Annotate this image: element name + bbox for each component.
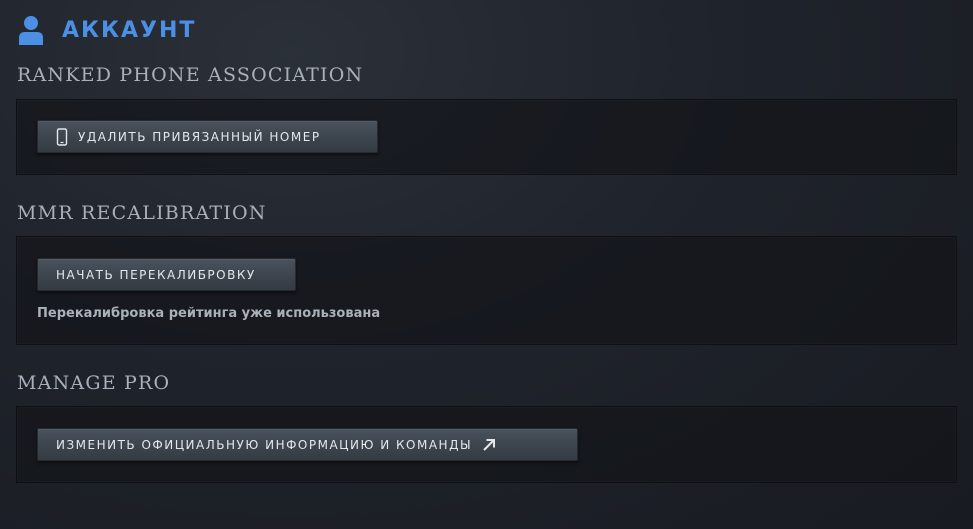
remove-linked-number-button[interactable]: УДАЛИТЬ ПРИВЯЗАННЫЙ НОМЕР xyxy=(37,120,378,153)
panel-ranked-phone: УДАЛИТЬ ПРИВЯЗАННЫЙ НОМЕР xyxy=(16,99,957,175)
edit-pro-info-button[interactable]: ИЗМЕНИТЬ ОФИЦИАЛЬНУЮ ИНФОРМАЦИЮ И КОМАНД… xyxy=(37,428,578,461)
section-title-ranked-phone: RANKED PHONE ASSOCIATION xyxy=(17,64,364,86)
remove-linked-number-label: УДАЛИТЬ ПРИВЯЗАННЫЙ НОМЕР xyxy=(78,129,321,144)
start-recalibration-button[interactable]: НАЧАТЬ ПЕРЕКАЛИБРОВКУ xyxy=(37,258,296,291)
user-icon xyxy=(18,15,44,45)
page-header: АККАУНТ xyxy=(18,14,196,46)
section-title-mmr-recalibration: MMR RECALIBRATION xyxy=(17,202,267,224)
recalibration-status-text: Перекалибровка рейтинга уже использована xyxy=(37,306,381,321)
edit-pro-info-label: ИЗМЕНИТЬ ОФИЦИАЛЬНУЮ ИНФОРМАЦИЮ И КОМАНД… xyxy=(56,437,473,452)
external-link-arrow-icon xyxy=(482,438,496,452)
section-title-manage-pro: MANAGE PRO xyxy=(17,372,171,394)
panel-mmr-recalibration: НАЧАТЬ ПЕРЕКАЛИБРОВКУ Перекалибровка рей… xyxy=(16,236,957,345)
phone-icon xyxy=(56,127,68,146)
panel-manage-pro: ИЗМЕНИТЬ ОФИЦИАЛЬНУЮ ИНФОРМАЦИЮ И КОМАНД… xyxy=(16,406,957,483)
start-recalibration-label: НАЧАТЬ ПЕРЕКАЛИБРОВКУ xyxy=(56,267,256,282)
page-title: АККАУНТ xyxy=(62,17,197,43)
